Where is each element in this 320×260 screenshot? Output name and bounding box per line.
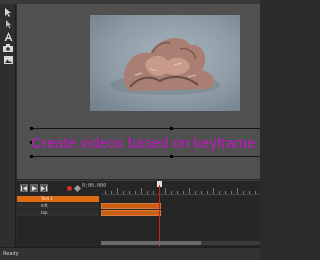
camera-icon[interactable] xyxy=(2,43,14,53)
track-row[interactable]: top xyxy=(17,210,260,216)
keyframe-bar[interactable] xyxy=(101,210,161,216)
stage-canvas[interactable]: Create videos based on keyframe an xyxy=(17,4,260,179)
image-icon[interactable] xyxy=(2,55,14,65)
text-box-top-edge xyxy=(31,128,260,129)
timeline-scrollbar[interactable] xyxy=(101,241,260,245)
track-label: top xyxy=(17,210,99,216)
pointer-icon[interactable] xyxy=(2,7,14,17)
timeline-panel: 0:00.000 Text 1 left top xyxy=(17,180,260,247)
time-ruler[interactable] xyxy=(101,183,260,195)
tool-palette xyxy=(0,4,16,247)
resize-handle[interactable] xyxy=(170,127,173,130)
text-box-bottom-edge xyxy=(31,156,260,157)
status-bar: Ready xyxy=(0,247,260,260)
track-label: Text 1 xyxy=(17,196,99,202)
track-label: left xyxy=(17,203,99,209)
status-text: Ready xyxy=(3,251,19,257)
playback-controls: 0:00.000 xyxy=(17,183,106,194)
scrollbar-thumb[interactable] xyxy=(101,241,201,245)
forward-button[interactable] xyxy=(40,184,48,192)
stage-text-caption[interactable]: Create videos based on keyframe an xyxy=(31,132,260,156)
play-button[interactable] xyxy=(30,184,38,192)
sculpture-image[interactable] xyxy=(90,15,240,111)
keyframe-bar[interactable] xyxy=(101,203,161,209)
track-row[interactable]: left xyxy=(17,203,260,209)
rewind-button[interactable] xyxy=(20,184,28,192)
track-row[interactable]: Text 1 xyxy=(17,196,260,202)
text-icon[interactable] xyxy=(2,31,14,41)
record-icon[interactable] xyxy=(67,186,72,191)
playhead-line xyxy=(159,185,160,247)
keyframe-icon[interactable] xyxy=(73,184,82,193)
resize-handle[interactable] xyxy=(30,127,33,130)
select-icon[interactable] xyxy=(2,19,14,29)
